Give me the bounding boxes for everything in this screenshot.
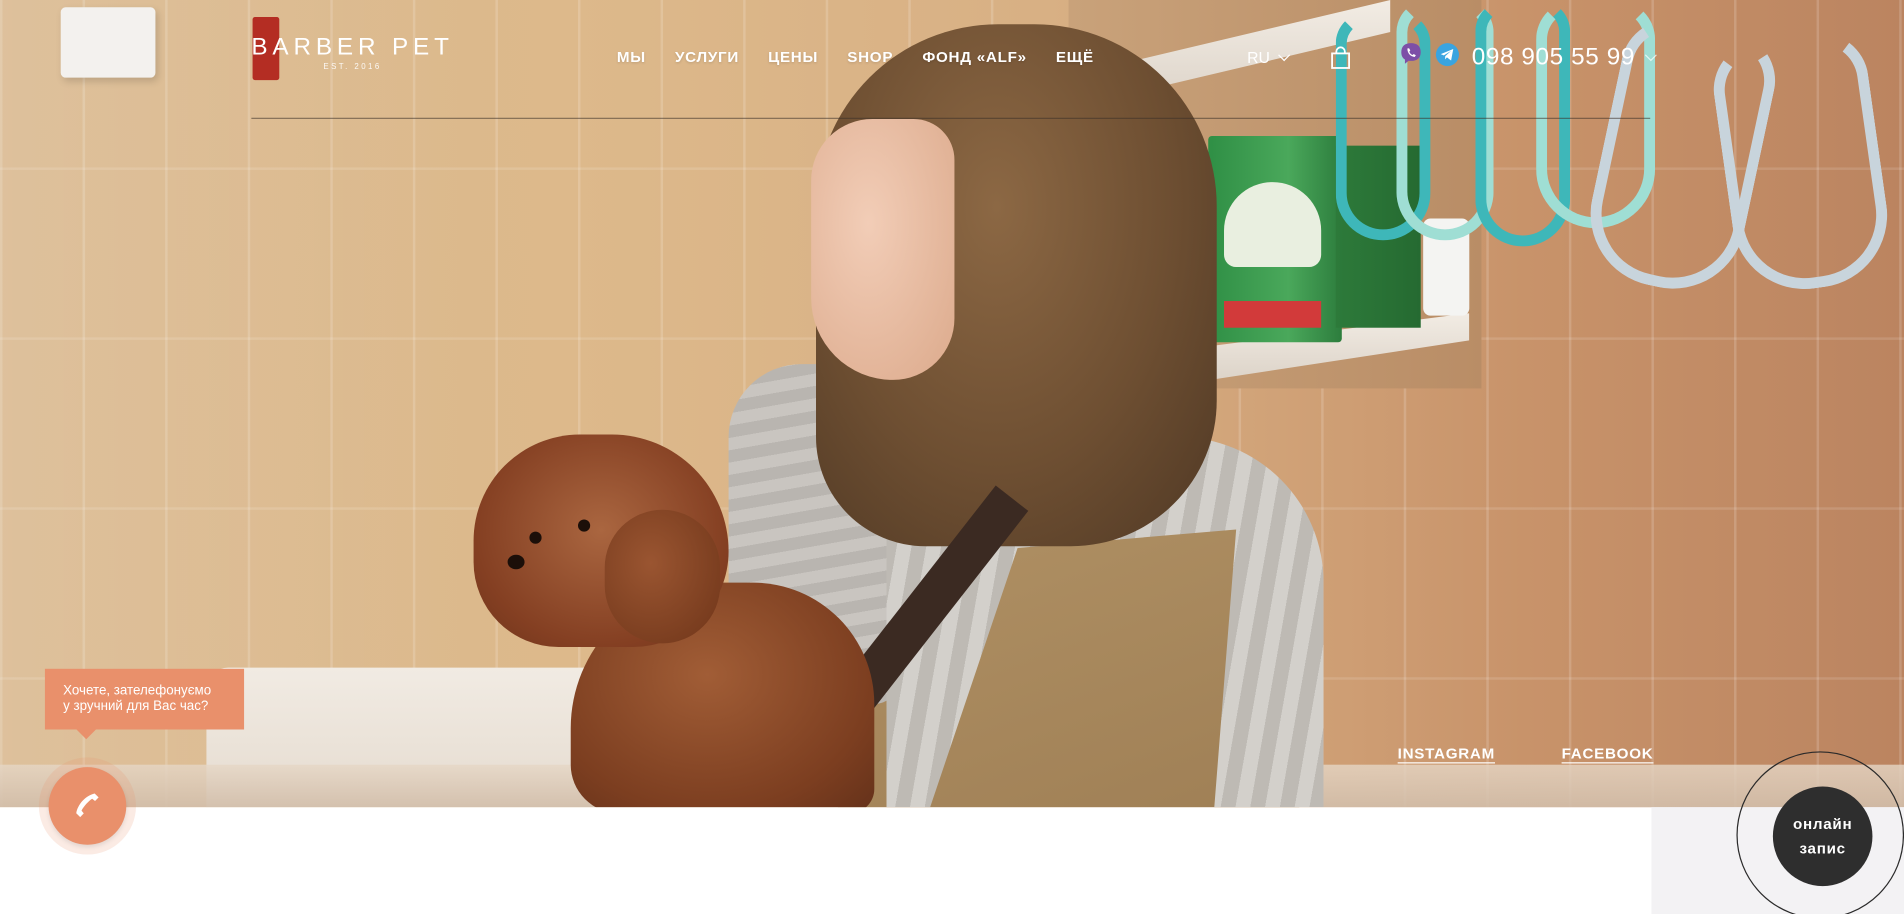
nav-item-fund-alf[interactable]: ФОНД «ALF» [922,49,1026,66]
booking-text-line2: запис [1799,839,1846,857]
site-logo[interactable]: BARBER PET EST. 2016 [251,34,453,72]
callback-tooltip[interactable]: Хочете, зателефонуємо у зручний для Вас … [44,668,245,740]
chevron-down-icon [1645,49,1658,62]
hero-background [0,0,1904,808]
nav-item-more[interactable]: ЕЩЁ [1056,49,1094,66]
nav-item-services[interactable]: УСЛУГИ [675,49,739,66]
logo-subtitle: EST. 2016 [323,63,382,72]
nav-item-about[interactable]: МЫ [617,49,646,66]
main-nav: МЫ УСЛУГИ ЦЕНЫ SHOP ФОНД «ALF» ЕЩЁ [617,49,1123,66]
chevron-down-icon [1277,49,1290,62]
nav-item-shop[interactable]: SHOP [847,49,893,66]
phone-number-selector[interactable]: 098 905 55 99 [1471,43,1658,72]
online-booking-button[interactable]: онлайн запис [1772,786,1873,887]
header-divider [251,117,1651,119]
phone-icon [76,793,99,818]
callback-text-line2: у зручний для Вас час? [63,699,209,714]
booking-text-line1: онлайн [1792,815,1853,833]
viber-icon[interactable] [1399,41,1423,65]
instagram-link[interactable]: INSTAGRAM [1398,745,1495,762]
callback-text-line1: Хочете, зателефонуємо [63,683,212,698]
wall-device-image [60,7,156,78]
nav-item-prices[interactable]: ЦЕНЫ [768,49,818,66]
language-selector[interactable]: RU [1247,48,1290,67]
logo-text: BARBER PET [251,33,454,61]
phone-number: 098 905 55 99 [1471,43,1635,71]
shopping-bag-icon[interactable] [1331,46,1350,69]
language-label: RU [1247,48,1270,67]
facebook-link[interactable]: FACEBOOK [1562,745,1654,762]
telegram-icon[interactable] [1435,42,1459,67]
callback-button[interactable] [38,757,137,855]
